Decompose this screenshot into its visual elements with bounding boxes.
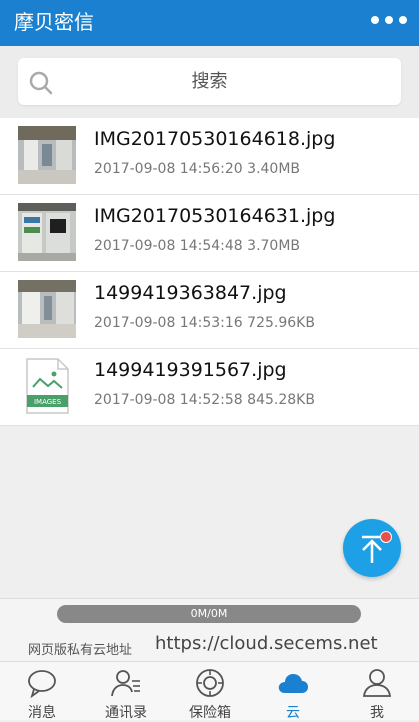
- file-meta: 2017-09-08 14:52:58 845.28KB: [94, 392, 315, 408]
- tab-safe[interactable]: 保险箱: [168, 662, 252, 721]
- tab-label: 我: [370, 705, 384, 721]
- app-title: 摩贝密信: [14, 10, 94, 34]
- file-row[interactable]: IMG20170530164631.jpg 2017-09-08 14:54:4…: [0, 195, 419, 272]
- image-file-label: IMAGES: [34, 398, 62, 406]
- file-name: IMG20170530164618.jpg: [94, 128, 336, 150]
- photo-icon: [18, 280, 76, 338]
- tab-label: 保险箱: [189, 705, 231, 721]
- file-size: 3.40MB: [247, 161, 301, 177]
- contacts-icon: [111, 670, 140, 697]
- tab-contacts[interactable]: 通讯录: [84, 662, 168, 721]
- safe-icon: [196, 669, 224, 697]
- storage-progress-bar: 0M/0M: [57, 605, 361, 623]
- tab-label: 消息: [28, 705, 56, 721]
- chat-bubble-icon: [28, 670, 56, 699]
- file-row[interactable]: 1499419363847.jpg 2017-09-08 14:53:16 72…: [0, 272, 419, 349]
- more-dot-icon: [385, 16, 393, 24]
- file-size: 845.28KB: [247, 392, 315, 408]
- tab-me[interactable]: 我: [335, 662, 419, 721]
- more-dot-icon: [399, 16, 407, 24]
- file-name: 1499419363847.jpg: [94, 282, 287, 304]
- web-address-label: 网页版私有云地址: [28, 643, 133, 658]
- file-date: 2017-09-08 14:56:20: [94, 161, 243, 177]
- file-meta: 2017-09-08 14:56:20 3.40MB: [94, 161, 300, 177]
- cloud-icon: [278, 674, 308, 693]
- file-name: 1499419391567.jpg: [94, 359, 287, 381]
- person-icon: [362, 669, 392, 697]
- notification-dot: [380, 531, 392, 543]
- app-bar: 摩贝密信: [0, 0, 419, 46]
- file-row[interactable]: IMG20170530164618.jpg 2017-09-08 14:56:2…: [0, 118, 419, 195]
- file-size: 3.70MB: [247, 238, 301, 254]
- photo-icon: [18, 203, 76, 261]
- more-dot-icon: [371, 16, 379, 24]
- storage-usage-text: 0M/0M: [190, 607, 228, 620]
- photo-icon: [18, 126, 76, 184]
- file-name: IMG20170530164631.jpg: [94, 205, 336, 227]
- file-size: 725.96KB: [247, 315, 315, 331]
- file-meta: 2017-09-08 14:54:48 3.70MB: [94, 238, 300, 254]
- storage-panel: 0M/0M 网页版私有云地址 https://cloud.secems.net: [0, 598, 419, 662]
- image-file-icon: IMAGES: [18, 357, 76, 415]
- file-row[interactable]: IMAGES 1499419391567.jpg 2017-09-08 14:5…: [0, 349, 419, 426]
- bottom-tab-bar: 消息 通讯录 保险箱 云 我: [0, 661, 419, 721]
- more-options-button[interactable]: [371, 9, 407, 31]
- search-area: 搜索: [0, 46, 419, 118]
- search-placeholder: 搜索: [191, 71, 228, 92]
- file-date: 2017-09-08 14:53:16: [94, 315, 243, 331]
- web-address-link[interactable]: https://cloud.secems.net: [155, 633, 378, 654]
- scroll-to-top-button[interactable]: [343, 519, 401, 577]
- arrow-up-icon: [362, 535, 382, 563]
- file-meta: 2017-09-08 14:53:16 725.96KB: [94, 315, 315, 331]
- tab-cloud[interactable]: 云: [251, 662, 335, 721]
- file-date: 2017-09-08 14:52:58: [94, 392, 243, 408]
- file-list: IMG20170530164618.jpg 2017-09-08 14:56:2…: [0, 118, 419, 426]
- file-date: 2017-09-08 14:54:48: [94, 238, 243, 254]
- search-input[interactable]: 搜索: [18, 58, 401, 105]
- tab-label: 通讯录: [105, 705, 147, 721]
- tab-label: 云: [286, 705, 300, 721]
- tab-messages[interactable]: 消息: [0, 662, 84, 721]
